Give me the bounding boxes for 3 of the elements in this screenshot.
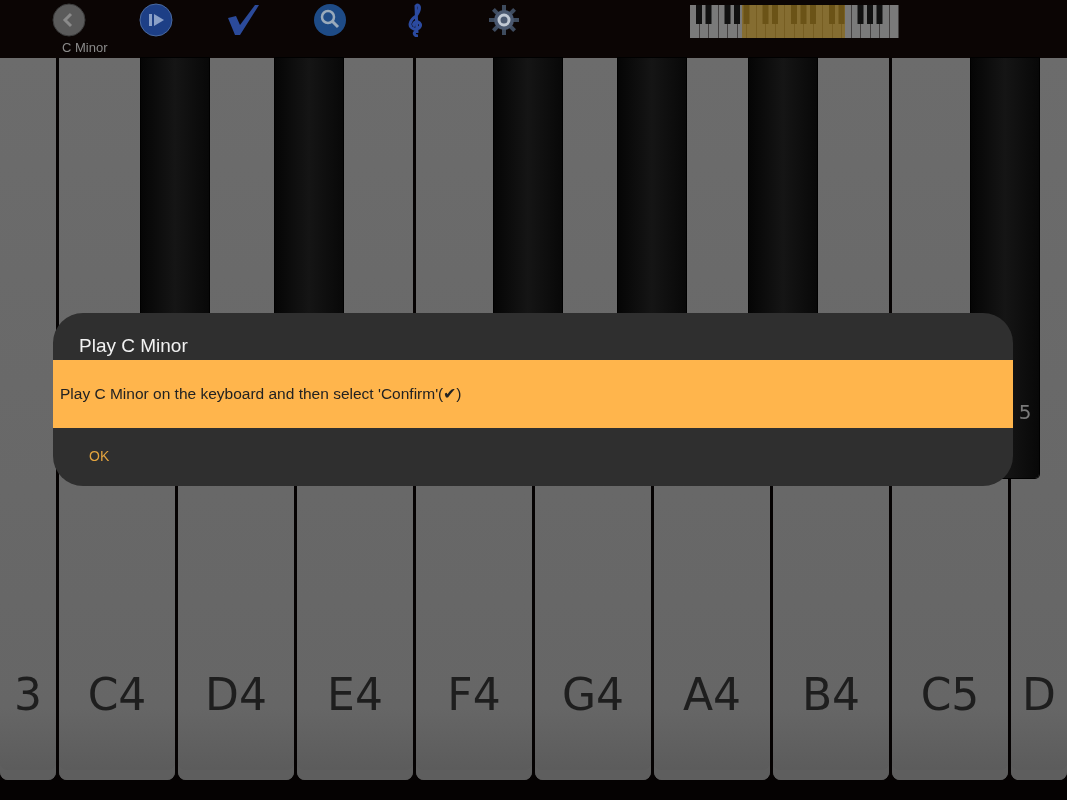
dialog-message: Play C Minor on the keyboard and then select 'Confirm'(✔) bbox=[53, 360, 1013, 428]
chord-subtitle: C Minor bbox=[62, 40, 108, 55]
dialog-title: Play C Minor bbox=[78, 334, 189, 358]
